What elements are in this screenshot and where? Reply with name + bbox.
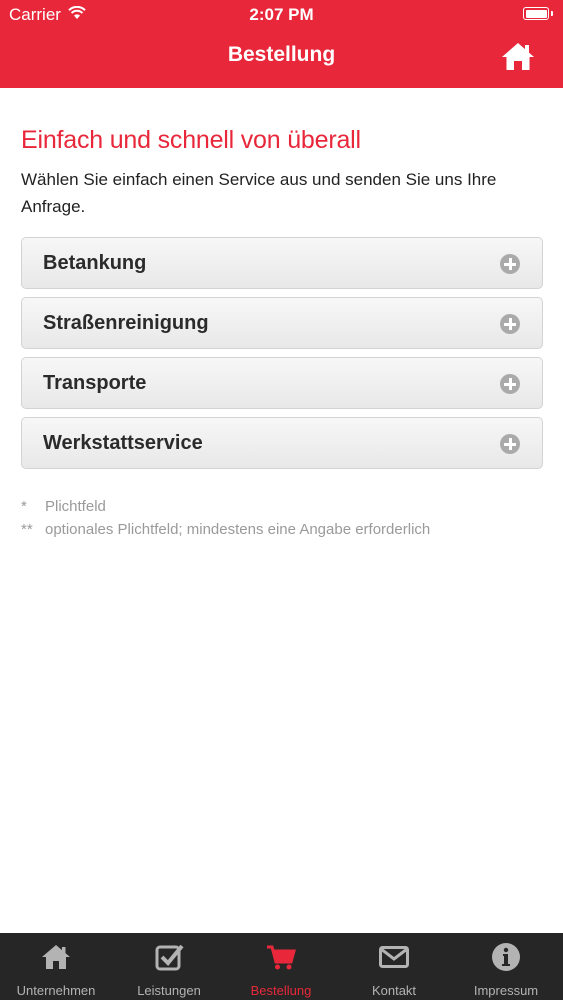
service-strassenreinigung[interactable]: Straßenreinigung: [21, 297, 543, 349]
service-list: Betankung Straßenreinigung Transporte We…: [21, 237, 543, 477]
expand-plus-icon: [500, 434, 520, 454]
service-werkstattservice[interactable]: Werkstattservice: [21, 417, 543, 469]
home-icon[interactable]: [500, 40, 536, 72]
tab-label: Kontakt: [371, 983, 417, 998]
tab-impressum[interactable]: Impressum: [450, 933, 562, 1000]
intro-section: Einfach und schnell von überall Wählen S…: [21, 120, 543, 220]
checkbox-icon: [155, 944, 184, 971]
service-label: Straßenreinigung: [43, 312, 209, 334]
tab-unternehmen[interactable]: Unternehmen: [0, 933, 112, 1000]
footnote-marker: *: [21, 498, 27, 515]
tab-label: Leistungen: [137, 983, 201, 998]
service-label: Werkstattservice: [43, 432, 203, 454]
tab-kontakt[interactable]: Kontakt: [338, 933, 450, 1000]
footnote-optional: ** optionales Plichtfeld; mindestens ein…: [21, 521, 543, 544]
home-icon: [42, 945, 70, 969]
mail-icon: [379, 946, 409, 968]
tab-leistungen[interactable]: Leistungen: [113, 933, 225, 1000]
status-time: 2:07 PM: [249, 5, 314, 24]
service-label: Transporte: [43, 372, 147, 394]
cart-icon: [267, 945, 296, 970]
tab-bar: Unternehmen Leistungen Bestellung Kontak…: [0, 933, 563, 1000]
section-headline: Einfach und schnell von überall: [21, 126, 361, 154]
tab-bestellung[interactable]: Bestellung: [225, 933, 337, 1000]
expand-plus-icon: [500, 254, 520, 274]
service-betankung[interactable]: Betankung: [21, 237, 543, 289]
tab-label: Unternehmen: [16, 983, 96, 998]
service-transporte[interactable]: Transporte: [21, 357, 543, 409]
intro-text: Wählen Sie einfach einen Service aus und…: [21, 170, 497, 216]
battery-icon: [523, 7, 553, 20]
tab-label: Impressum: [473, 983, 539, 998]
footnote-text: Plichtfeld: [45, 498, 106, 515]
footnotes: * Plichtfeld ** optionales Plichtfeld; m…: [21, 498, 543, 544]
service-label: Betankung: [43, 252, 147, 274]
expand-plus-icon: [500, 374, 520, 394]
footnote-required: * Plichtfeld: [21, 498, 543, 521]
expand-plus-icon: [500, 314, 520, 334]
footnote-marker: **: [21, 521, 33, 538]
tab-label: Bestellung: [250, 983, 312, 998]
header: Carrier 2:07 PM Bestellung: [0, 0, 563, 88]
info-icon: [492, 943, 520, 971]
footnote-text: optionales Plichtfeld; mindestens eine A…: [45, 521, 431, 538]
status-bar: Carrier 2:07 PM: [0, 0, 563, 30]
page-title: Bestellung: [227, 43, 336, 66]
